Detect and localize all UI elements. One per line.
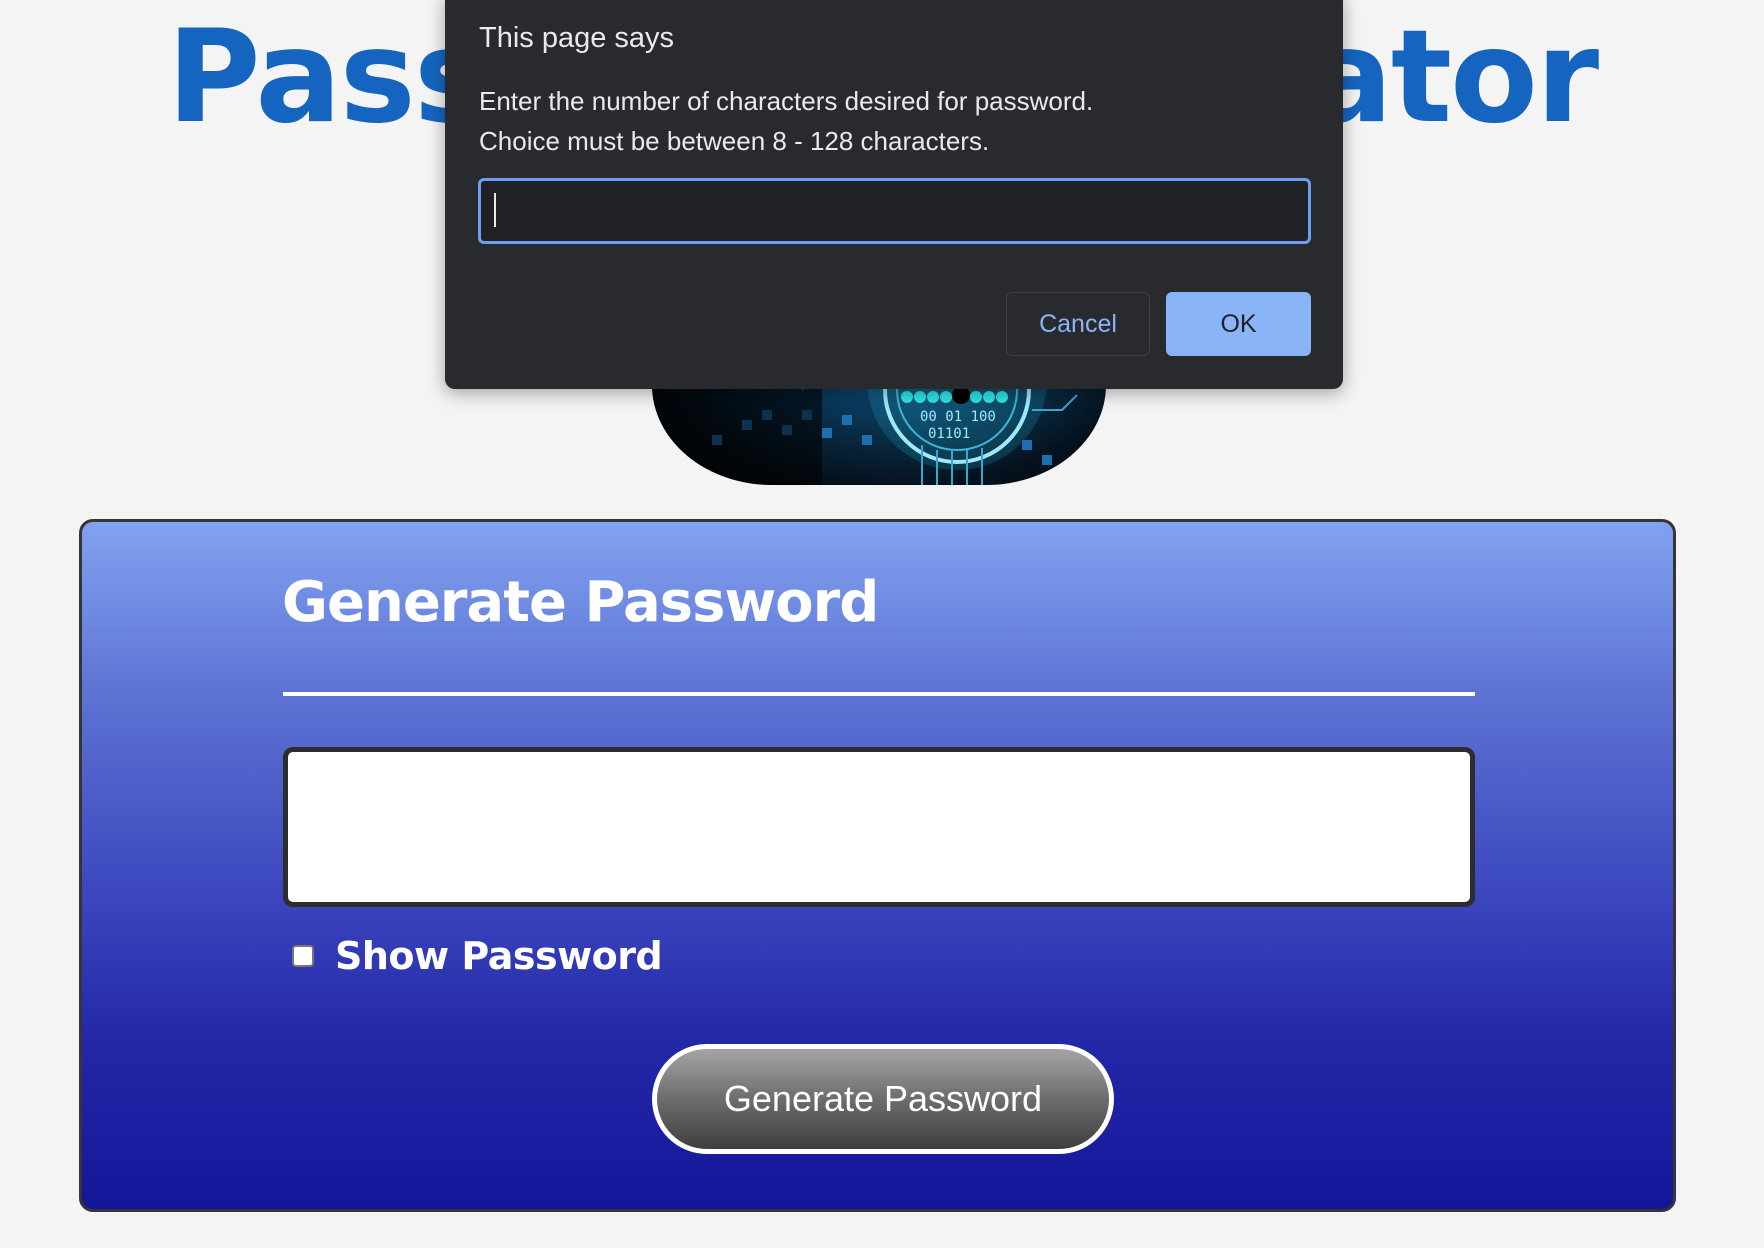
prompt-dialog: This page says Enter the number of chara… (445, 0, 1343, 389)
cancel-button-label: Cancel (1039, 309, 1117, 338)
generate-password-card: Generate Password Show Password Generate… (79, 519, 1676, 1212)
dialog-input[interactable] (478, 178, 1311, 244)
ok-button[interactable]: OK (1166, 292, 1311, 356)
dialog-message: Enter the number of characters desired f… (479, 81, 1093, 161)
dialog-message-line-1: Enter the number of characters desired f… (479, 86, 1094, 116)
dialog-title: This page says (479, 22, 675, 54)
show-password-row[interactable]: Show Password (292, 934, 663, 978)
generate-password-button-label: Generate Password (723, 1078, 1043, 1119)
text-caret (494, 193, 496, 227)
svg-text:01101: 01101 (928, 426, 970, 442)
ok-button-label: OK (1220, 309, 1257, 338)
dialog-message-line-2: Choice must be between 8 - 128 character… (479, 126, 990, 156)
show-password-checkbox[interactable] (292, 945, 314, 967)
svg-text:00 01 100: 00 01 100 (920, 409, 996, 425)
card-divider (283, 692, 1475, 696)
cancel-button[interactable]: Cancel (1006, 292, 1150, 356)
generate-password-button[interactable]: Generate Password (652, 1044, 1114, 1154)
password-output[interactable] (283, 747, 1475, 907)
card-title: Generate Password (282, 570, 879, 635)
show-password-label[interactable]: Show Password (335, 934, 663, 978)
